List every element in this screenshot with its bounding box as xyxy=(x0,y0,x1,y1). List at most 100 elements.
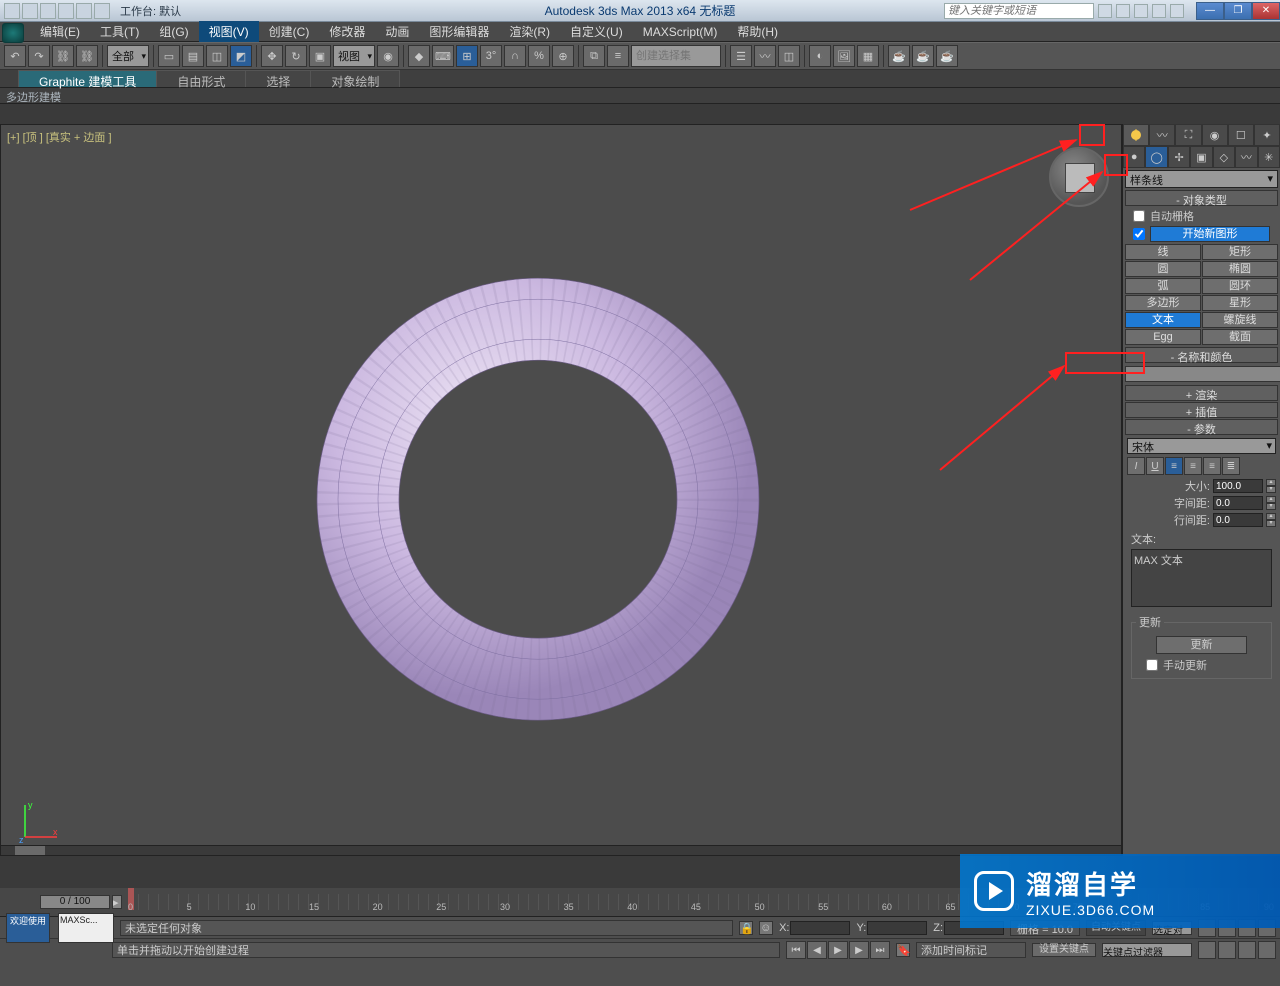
unlink-icon[interactable]: ⛓ xyxy=(76,45,98,67)
rollout-render[interactable]: 渲染 xyxy=(1125,385,1278,401)
frame-step[interactable]: ▸ xyxy=(112,895,122,909)
cat-lights[interactable]: ✢ xyxy=(1168,146,1190,168)
shape-rectangle[interactable]: 矩形 xyxy=(1202,244,1278,260)
schematic-icon[interactable]: ◫ xyxy=(778,45,800,67)
x-input[interactable] xyxy=(790,921,850,935)
startshape-checkbox[interactable] xyxy=(1133,228,1145,240)
qat-new-icon[interactable] xyxy=(4,3,20,19)
ribbon-tab-freeform[interactable]: 自由形式 xyxy=(156,70,246,87)
size-down[interactable]: ▾ xyxy=(1266,486,1276,493)
shape-helix[interactable]: 螺旋线 xyxy=(1202,312,1278,328)
redo-icon[interactable]: ↷ xyxy=(28,45,50,67)
exchange-icon[interactable] xyxy=(1152,4,1166,18)
manip-icon[interactable]: ◆ xyxy=(408,45,430,67)
search-dropdown-icon[interactable] xyxy=(1116,4,1130,18)
shape-line[interactable]: 线 xyxy=(1125,244,1201,260)
menu-edit[interactable]: 编辑(E) xyxy=(30,21,90,42)
render-preset-icon[interactable]: ☕ xyxy=(912,45,934,67)
select-window-icon[interactable]: ◩ xyxy=(230,45,252,67)
search-input[interactable] xyxy=(944,3,1094,19)
shape-star[interactable]: 星形 xyxy=(1202,295,1278,311)
menu-views[interactable]: 视图(V) xyxy=(199,21,259,42)
tab-display[interactable]: ☐ xyxy=(1228,124,1254,146)
shape-egg[interactable]: Egg xyxy=(1125,329,1201,345)
app-logo-icon[interactable] xyxy=(2,23,24,43)
ribbon-tab-paint[interactable]: 对象绘制 xyxy=(310,70,400,87)
addtime-prompt[interactable]: 添加时间标记 xyxy=(916,942,1026,958)
nav-maximize-icon[interactable] xyxy=(1218,941,1236,959)
kerning-up[interactable]: ▴ xyxy=(1266,496,1276,503)
menu-grapheditors[interactable]: 图形编辑器 xyxy=(419,21,499,42)
rollout-interpolation[interactable]: 插值 xyxy=(1125,402,1278,418)
tab-motion[interactable]: ◉ xyxy=(1202,124,1228,146)
edit-named-sel-icon[interactable]: ⊕ xyxy=(552,45,574,67)
menu-create[interactable]: 创建(C) xyxy=(259,21,320,42)
tab-utilities[interactable]: ✦ xyxy=(1254,124,1280,146)
material-editor-icon[interactable]: ◐ xyxy=(809,45,831,67)
nav-region-icon[interactable] xyxy=(1258,941,1276,959)
viewport[interactable]: [+] [顶 ] [真实 + 边面 ] y x z xyxy=(0,124,1122,856)
text-input[interactable] xyxy=(1131,549,1272,607)
menu-modifiers[interactable]: 修改器 xyxy=(319,21,375,42)
mirror-icon[interactable]: ⧉ xyxy=(583,45,605,67)
align-center-button[interactable]: ≡ xyxy=(1184,457,1202,475)
time-tag-icon[interactable]: 🔖 xyxy=(896,943,910,957)
ribbon-tab-selection[interactable]: 选择 xyxy=(245,70,311,87)
qat-save-icon[interactable] xyxy=(40,3,56,19)
cat-spacewarps[interactable]: 〰 xyxy=(1235,146,1257,168)
cat-shapes[interactable]: ◯ xyxy=(1145,146,1167,168)
nav-zoomext-icon[interactable] xyxy=(1238,941,1256,959)
underline-button[interactable]: U xyxy=(1146,457,1164,475)
y-input[interactable] xyxy=(867,921,927,935)
undo-icon[interactable]: ↶ xyxy=(4,45,26,67)
maximize-button[interactable]: ❐ xyxy=(1224,2,1252,20)
layer-icon[interactable]: ☰ xyxy=(730,45,752,67)
snap-percent-icon[interactable]: ∩ xyxy=(504,45,526,67)
link-icon[interactable]: ⛓ xyxy=(52,45,74,67)
menu-tools[interactable]: 工具(T) xyxy=(90,21,149,42)
menu-group[interactable]: 组(G) xyxy=(149,21,198,42)
scale-icon[interactable]: ▣ xyxy=(309,45,331,67)
rotate-icon[interactable]: ↻ xyxy=(285,45,307,67)
setkey-button[interactable]: 设置关键点 xyxy=(1032,943,1096,957)
ribbon-tab-graphite[interactable]: Graphite 建模工具 xyxy=(18,70,157,87)
help-icon[interactable] xyxy=(1134,4,1148,18)
size-input[interactable] xyxy=(1213,479,1263,493)
rollout-name-color[interactable]: 名称和颜色 xyxy=(1125,347,1278,363)
render-setup-icon[interactable]: 🖼 xyxy=(833,45,855,67)
menu-customize[interactable]: 自定义(U) xyxy=(560,21,633,42)
welcome-badge[interactable]: 欢迎使用 xyxy=(6,913,50,943)
snap-icon[interactable]: ⊞ xyxy=(456,45,478,67)
horizontal-scrollbar[interactable] xyxy=(1,845,1121,855)
qat-undo-icon[interactable] xyxy=(58,3,74,19)
shape-ngon[interactable]: 多边形 xyxy=(1125,295,1201,311)
italic-button[interactable]: I xyxy=(1127,457,1145,475)
select-object-icon[interactable]: ▭ xyxy=(158,45,180,67)
workspace-selector[interactable]: 工作台: 默认 xyxy=(120,3,181,19)
person-icon[interactable]: ☺ xyxy=(759,921,773,935)
select-region-icon[interactable]: ◫ xyxy=(206,45,228,67)
font-selector[interactable]: 宋体 xyxy=(1127,438,1276,454)
search-icon[interactable] xyxy=(1098,4,1112,18)
curve-editor-icon[interactable]: 〰 xyxy=(754,45,776,67)
move-icon[interactable]: ✥ xyxy=(261,45,283,67)
kerning-input[interactable] xyxy=(1213,496,1263,510)
rollout-object-type[interactable]: 对象类型 xyxy=(1125,190,1278,206)
autogrid-checkbox[interactable] xyxy=(1133,210,1145,222)
align-justify-button[interactable]: ≣ xyxy=(1222,457,1240,475)
cat-helpers[interactable]: ◇ xyxy=(1213,146,1235,168)
snap-angle-icon[interactable]: 3° xyxy=(480,45,502,67)
shape-section[interactable]: 截面 xyxy=(1202,329,1278,345)
selection-filter[interactable]: 全部 xyxy=(107,45,149,67)
maxscript-listener[interactable]: MAXSc... xyxy=(58,913,114,943)
pivot-icon[interactable]: ◉ xyxy=(377,45,399,67)
spinner-snap-icon[interactable]: % xyxy=(528,45,550,67)
shape-ellipse[interactable]: 椭圆 xyxy=(1202,261,1278,277)
keyboard-icon[interactable]: ⌨ xyxy=(432,45,454,67)
manual-update-checkbox[interactable] xyxy=(1146,659,1158,671)
cat-cameras[interactable]: ▣ xyxy=(1190,146,1212,168)
shape-text[interactable]: 文本 xyxy=(1125,312,1201,328)
goto-start-icon[interactable]: ⏮ xyxy=(786,941,806,959)
shape-donut[interactable]: 圆环 xyxy=(1202,278,1278,294)
nav-orbit-icon[interactable] xyxy=(1198,941,1216,959)
